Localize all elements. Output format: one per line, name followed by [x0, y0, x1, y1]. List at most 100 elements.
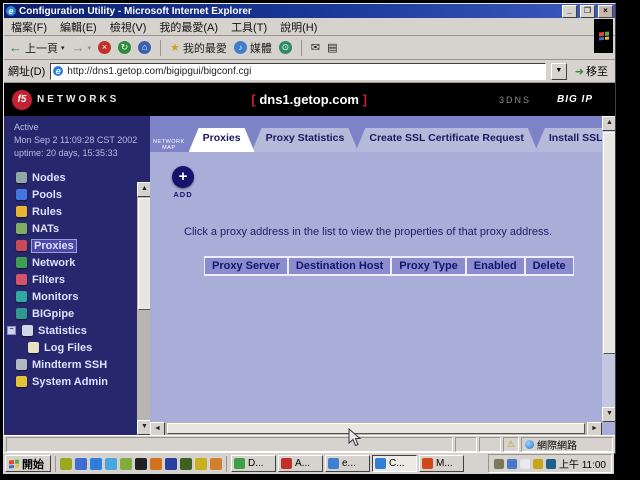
- sidebar-item-network[interactable]: Network: [4, 254, 150, 271]
- system-admin-icon: [16, 376, 27, 387]
- tray-icon[interactable]: [494, 459, 504, 469]
- sidebar-item-nats[interactable]: NATs: [4, 220, 150, 237]
- forward-dropdown-icon[interactable]: ▾: [88, 44, 92, 52]
- table-header-enabled[interactable]: Enabled: [466, 256, 525, 276]
- start-button[interactable]: 開始: [5, 455, 51, 472]
- network-icon: [16, 257, 27, 268]
- quick-launch-icon[interactable]: [180, 458, 192, 470]
- maximize-button[interactable]: ❐: [580, 5, 595, 18]
- taskbar-button-label: A...: [295, 458, 310, 469]
- quick-launch-icon[interactable]: [165, 458, 177, 470]
- taskbar-button-e[interactable]: e...: [325, 455, 370, 472]
- menu-item-a[interactable]: 我的最愛(A): [159, 19, 218, 35]
- taskbar-button-c[interactable]: C...: [372, 455, 417, 472]
- scrollbar-thumb[interactable]: [603, 132, 615, 354]
- sidebar-item-monitors[interactable]: Monitors: [4, 288, 150, 305]
- home-icon[interactable]: ⌂: [138, 41, 151, 54]
- network-map-button[interactable]: NETWORK MAP: [153, 138, 185, 151]
- tab-proxies[interactable]: Proxies: [189, 128, 255, 152]
- menu-item-v[interactable]: 檢視(V): [110, 19, 147, 35]
- table-header-proxy-type[interactable]: Proxy Type: [391, 256, 466, 276]
- title-bar[interactable]: e Configuration Utility - Microsoft Inte…: [4, 4, 615, 18]
- taskbar-button-a[interactable]: A...: [278, 455, 323, 472]
- scroll-up-icon[interactable]: ▲: [602, 116, 615, 131]
- link-3dns[interactable]: 3DNS: [499, 95, 531, 105]
- system-uptime: uptime: 20 days, 15:35:33: [14, 147, 150, 160]
- quick-launch-icon[interactable]: [60, 458, 72, 470]
- sidebar-item-label: Rules: [32, 206, 62, 218]
- f5-logo-icon[interactable]: f5: [12, 90, 32, 110]
- quick-launch-icon[interactable]: [105, 458, 117, 470]
- main-vertical-scrollbar[interactable]: ▲ ▼: [602, 116, 615, 422]
- tab-create-ssl-certificate-request[interactable]: Create SSL Certificate Request: [355, 128, 537, 152]
- sidebar-item-system-admin[interactable]: System Admin: [4, 373, 150, 390]
- menu-item-h[interactable]: 說明(H): [280, 19, 317, 35]
- status-pane: [455, 437, 477, 452]
- sidebar-item-label: Pools: [32, 189, 62, 201]
- scroll-down-icon[interactable]: ▼: [602, 407, 615, 422]
- tray-icon[interactable]: [546, 459, 556, 469]
- menu-item-e[interactable]: 編輯(E): [60, 19, 97, 35]
- history-icon[interactable]: ⊙: [279, 41, 292, 54]
- forward-button[interactable]: → ▾: [72, 40, 92, 55]
- scrollbar-thumb[interactable]: [138, 198, 150, 310]
- address-dropdown-button[interactable]: ▼: [551, 63, 567, 80]
- link-bigip[interactable]: BIG IP: [557, 94, 593, 105]
- menu-item-f[interactable]: 檔案(F): [11, 19, 47, 35]
- mail-icon[interactable]: ✉: [311, 41, 320, 54]
- minimize-button[interactable]: _: [562, 5, 577, 18]
- add-proxy-control[interactable]: + ADD: [172, 166, 194, 199]
- close-button[interactable]: ×: [598, 5, 613, 18]
- app-icon: [281, 458, 292, 469]
- back-dropdown-icon[interactable]: ▾: [61, 44, 65, 52]
- address-input[interactable]: e http://dns1.getop.com/bigipgui/bigconf…: [50, 63, 546, 80]
- favorites-button[interactable]: ★ 我的最愛: [170, 40, 227, 56]
- table-header-destination-host[interactable]: Destination Host: [288, 256, 391, 276]
- sidebar-item-label: Nodes: [32, 172, 66, 184]
- tab-proxy-statistics[interactable]: Proxy Statistics: [252, 128, 359, 152]
- scroll-down-icon[interactable]: ▼: [137, 420, 150, 435]
- stop-icon[interactable]: ×: [98, 41, 111, 54]
- media-button[interactable]: ♪ 媒體: [234, 40, 272, 56]
- main-horizontal-scrollbar[interactable]: ◄ ►: [150, 422, 602, 435]
- back-button[interactable]: ← 上一頁 ▾: [9, 40, 65, 56]
- tree-expander-icon[interactable]: −: [7, 326, 16, 335]
- instruction-text: Click a proxy address in the list to vie…: [184, 226, 552, 238]
- scroll-right-icon[interactable]: ►: [587, 422, 602, 435]
- sidebar-item-rules[interactable]: Rules: [4, 203, 150, 220]
- tray-icon[interactable]: [533, 459, 543, 469]
- sidebar-item-mindterm-ssh[interactable]: Mindterm SSH: [4, 356, 150, 373]
- print-icon[interactable]: ▤: [327, 41, 337, 54]
- quick-launch-icon[interactable]: [75, 458, 87, 470]
- taskbar-button-m[interactable]: M...: [419, 455, 464, 472]
- go-button[interactable]: ➜ 移至: [572, 63, 611, 79]
- taskbar-buttons: D... A... e...C...M...: [231, 455, 484, 472]
- address-url: http://dns1.getop.com/bigipgui/bigconf.c…: [67, 66, 251, 77]
- quick-launch-icon[interactable]: [90, 458, 102, 470]
- tray-icon[interactable]: [507, 459, 517, 469]
- quick-launch-icon[interactable]: [120, 458, 132, 470]
- quick-launch-icon[interactable]: [150, 458, 162, 470]
- menu-item-t[interactable]: 工具(T): [231, 19, 267, 35]
- sidebar-item-statistics[interactable]: −Statistics: [4, 322, 150, 339]
- sidebar-item-nodes[interactable]: Nodes: [4, 169, 150, 186]
- tab-strip: ProxiesProxy StatisticsCreate SSL Certif…: [189, 128, 615, 152]
- sidebar-item-bigpipe[interactable]: BIGpipe: [4, 305, 150, 322]
- sidebar-scrollbar[interactable]: ▲ ▼: [137, 182, 150, 435]
- scrollbar-thumb[interactable]: [167, 423, 585, 434]
- refresh-icon[interactable]: ↻: [118, 41, 131, 54]
- sidebar-item-filters[interactable]: Filters: [4, 271, 150, 288]
- sidebar-item-proxies[interactable]: Proxies: [4, 237, 150, 254]
- sidebar-item-log-files[interactable]: Log Files: [4, 339, 150, 356]
- scroll-left-icon[interactable]: ◄: [150, 422, 165, 435]
- tray-icon[interactable]: [520, 459, 530, 469]
- table-header-proxy-server[interactable]: Proxy Server: [204, 256, 288, 276]
- table-header-delete[interactable]: Delete: [525, 256, 574, 276]
- quick-launch-icon[interactable]: [195, 458, 207, 470]
- add-button[interactable]: +: [172, 166, 194, 188]
- scroll-up-icon[interactable]: ▲: [137, 182, 150, 197]
- sidebar-item-pools[interactable]: Pools: [4, 186, 150, 203]
- quick-launch-icon[interactable]: [210, 458, 222, 470]
- quick-launch-icon[interactable]: [135, 458, 147, 470]
- taskbar-button-d[interactable]: D...: [231, 455, 276, 472]
